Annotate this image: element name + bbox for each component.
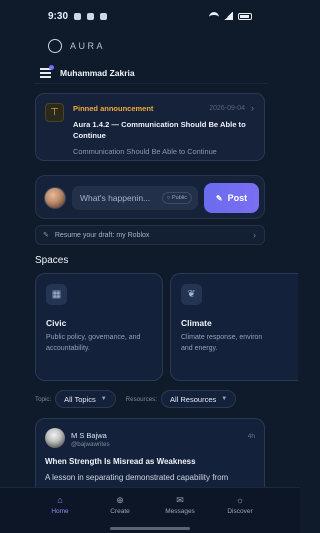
feed-filters: Topic: All Topics ▼ Resources: All Resou… — [35, 390, 237, 408]
nav-label: Create — [110, 508, 130, 515]
avatar[interactable] — [45, 428, 65, 448]
announcement-header: Pinned announcement 2026-09-04 › — [73, 103, 254, 113]
notification-icon — [87, 12, 95, 20]
status-right — [209, 12, 252, 20]
post-button[interactable]: ✎ Post — [204, 183, 259, 213]
announcement-date: 2026-09-04 — [209, 104, 245, 112]
visibility-chip[interactable]: ○ Public — [161, 192, 192, 204]
post-time: 4h — [247, 433, 255, 440]
nav-label: Discover — [227, 508, 253, 515]
notification-dot — [49, 65, 54, 70]
draft-icon: ✎ — [43, 232, 49, 239]
home-icon: ⌂ — [57, 495, 63, 505]
bottom-navigation: ⌂ Home ⊕ Create ✉ Messages ☼ Discover — [0, 487, 300, 533]
topic-filter-label: Topic: — [35, 395, 52, 403]
compass-icon: ☼ — [235, 495, 245, 505]
chevron-right-icon: › — [251, 103, 254, 113]
wifi-icon — [209, 12, 219, 20]
menu-icon[interactable] — [40, 65, 54, 78]
space-description-line: and energy. — [181, 344, 218, 352]
status-time: 9:30 — [48, 10, 69, 22]
resources-filter-select[interactable]: All Resources ▼ — [160, 390, 237, 408]
nav-discover[interactable]: ☼ Discover — [210, 495, 270, 533]
space-description-line: Climate response, environ — [181, 334, 263, 341]
announcement-date-row: 2026-09-04 › — [209, 103, 254, 113]
post-title[interactable]: When Strength Is Misread as Weakness — [45, 457, 196, 466]
spaces-heading: Spaces — [35, 255, 69, 266]
avatar[interactable] — [44, 187, 66, 209]
leaf-icon: ❦ — [181, 284, 202, 305]
space-description: Public policy, governance, and accountab… — [46, 333, 152, 354]
user-bar: Muhammad Zakria — [34, 62, 268, 84]
notification-icon — [74, 12, 82, 20]
post-handle: @bajwawrites — [71, 441, 110, 448]
post-composer: What's happenin... ○ Public ✎ Post — [35, 175, 265, 219]
draft-text: Resume your draft: my Roblox — [54, 231, 150, 239]
post-excerpt: A lesson in separating demonstrated capa… — [45, 473, 229, 482]
chevron-right-icon: › — [253, 230, 256, 240]
space-description-line: accountability. — [46, 344, 90, 352]
status-left: 9:30 — [48, 10, 108, 22]
globe-icon: ○ — [166, 195, 171, 201]
nav-home[interactable]: ⌂ Home — [30, 495, 90, 533]
space-card-climate[interactable]: ❦ Climate Climate response, environ and … — [170, 273, 298, 381]
announcement-body: Pinned announcement 2026-09-04 › Aura 1.… — [73, 103, 254, 156]
post-author[interactable]: M S Bajwa — [71, 431, 107, 440]
resume-draft-bar[interactable]: ✎ Resume your draft: my Roblox › — [35, 225, 265, 245]
app-screen: 9:30 AURA Muhammad Zakria ⊤ Pinned annou… — [0, 0, 300, 533]
building-icon: ▦ — [46, 284, 67, 305]
signal-icon — [224, 12, 233, 20]
chevron-down-icon: ▼ — [100, 396, 107, 402]
nav-label: Messages — [165, 508, 195, 515]
plus-circle-icon: ⊕ — [116, 495, 124, 505]
status-bar: 9:30 — [0, 0, 300, 32]
battery-icon — [238, 12, 252, 20]
space-card-civic[interactable]: ▦ Civic Public policy, governance, and a… — [35, 273, 163, 381]
nav-label: Home — [51, 508, 69, 515]
visibility-label: Public — [172, 195, 187, 201]
user-name: Muhammad Zakria — [60, 67, 135, 78]
announcement-title: Aura 1.4.2 — Communication Should Be Abl… — [73, 120, 246, 140]
notification-icon — [100, 12, 108, 20]
announcement-label: Pinned announcement — [73, 103, 154, 113]
mail-icon: ✉ — [176, 495, 184, 505]
home-indicator — [110, 527, 190, 530]
logo-icon — [48, 39, 62, 53]
post-button-label: Post — [227, 193, 248, 203]
space-description: Climate response, environ and energy. — [181, 333, 288, 354]
brand-name: AURA — [70, 41, 106, 51]
pin-icon: ⊤ — [45, 103, 64, 122]
pencil-icon: ✎ — [215, 193, 223, 203]
compose-placeholder: What's happenin... — [80, 193, 151, 203]
resources-filter-value: All Resources — [169, 394, 217, 404]
resources-filter-label: Resources: — [125, 395, 157, 403]
space-name: Civic — [46, 318, 67, 328]
space-description-line: Public policy, governance, and — [46, 334, 141, 341]
compose-input[interactable]: What's happenin... ○ Public — [72, 186, 198, 210]
topic-filter-select[interactable]: All Topics ▼ — [55, 390, 116, 408]
space-name: Climate — [181, 318, 212, 328]
chevron-down-icon: ▼ — [221, 396, 228, 402]
announcement-subtitle: Communication Should Be Able to Continue — [73, 147, 217, 156]
topic-filter-value: All Topics — [64, 394, 96, 404]
app-header: AURA — [0, 34, 300, 58]
pinned-announcement[interactable]: ⊤ Pinned announcement 2026-09-04 › Aura … — [35, 93, 265, 161]
